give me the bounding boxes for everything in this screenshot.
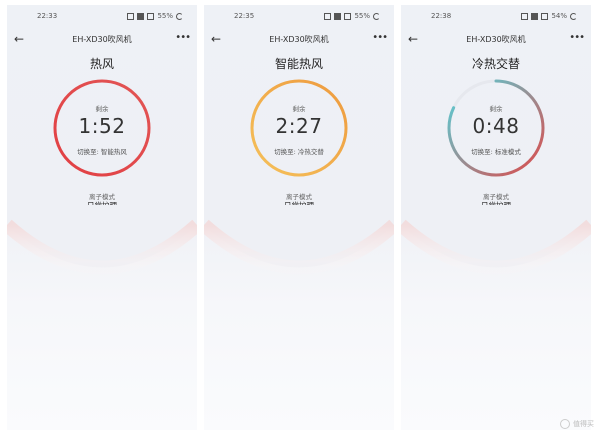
nfc-icon [127, 12, 135, 20]
signal-icon [344, 12, 352, 20]
switch-target: 智能热风 [100, 148, 127, 156]
status-time: 22:35 [234, 12, 255, 20]
decorative-arc [7, 205, 197, 275]
remain-label: 剩余 [95, 105, 109, 113]
switch-prefix: 切换至: [77, 148, 99, 156]
watermark-logo-icon [560, 419, 570, 429]
status-icons: 55% [324, 12, 380, 20]
timer-dial[interactable]: 剩余 1:52 切换至: 智能热风 [52, 78, 152, 178]
switch-to-label[interactable]: 切换至: 标准模式 [446, 146, 546, 156]
device-title: EH-XD30吹风机 [269, 35, 329, 44]
switch-prefix: 切换至: [471, 148, 493, 156]
wifi-icon [334, 12, 342, 20]
battery-percent: 55% [157, 12, 173, 20]
phone-screen-hot-air: 22:33 55% ← EH-XD30吹风机 ••• 热风 剩余 1:52 切换… [7, 5, 197, 430]
signal-icon [541, 12, 549, 20]
battery-percent: 54% [551, 12, 567, 20]
device-title: EH-XD30吹风机 [72, 35, 132, 44]
wifi-icon [531, 12, 539, 20]
switch-to-label[interactable]: 切换至: 智能热风 [52, 146, 152, 156]
status-bar: 22:38 54% [401, 12, 591, 24]
timer-value: 0:48 [472, 114, 520, 138]
switch-target: 标准模式 [494, 148, 521, 156]
status-bar: 22:35 55% [204, 12, 394, 24]
phone-screen-smart-hot-air: 22:35 55% ← EH-XD30吹风机 ••• 智能热风 剩余 2:27 … [204, 5, 394, 430]
switch-prefix: 切换至: [274, 148, 296, 156]
status-icons: 54% [521, 12, 577, 20]
signal-icon [147, 12, 155, 20]
comparison-canvas: 22:33 55% ← EH-XD30吹风机 ••• 热风 剩余 1:52 切换… [0, 0, 600, 435]
decorative-arc [204, 205, 394, 275]
nfc-icon [521, 12, 529, 20]
loading-icon [570, 12, 577, 20]
switch-target: 冷热交替 [297, 148, 324, 156]
mode-title: 智能热风 [274, 57, 323, 71]
status-time: 22:33 [37, 12, 58, 20]
wifi-icon [137, 12, 145, 20]
nav-bar: ← EH-XD30吹风机 ••• [204, 31, 394, 47]
nav-bar: ← EH-XD30吹风机 ••• [401, 31, 591, 47]
nav-bar: ← EH-XD30吹风机 ••• [7, 31, 197, 47]
loading-icon [176, 12, 183, 20]
watermark: 值得买 [560, 419, 594, 429]
switch-to-label[interactable]: 切换至: 冷热交替 [249, 146, 349, 156]
timer-dial[interactable]: 剩余 2:27 切换至: 冷热交替 [249, 78, 349, 178]
loading-icon [373, 12, 380, 20]
decorative-arc [401, 205, 591, 275]
more-icon[interactable]: ••• [372, 31, 388, 45]
remain-label: 剩余 [489, 105, 503, 113]
timer-value: 1:52 [78, 114, 126, 138]
more-icon[interactable]: ••• [569, 31, 585, 45]
watermark-text: 值得买 [573, 420, 594, 428]
nfc-icon [324, 12, 332, 20]
remain-label: 剩余 [292, 105, 306, 113]
battery-percent: 55% [354, 12, 370, 20]
status-bar: 22:33 55% [7, 12, 197, 24]
device-title: EH-XD30吹风机 [466, 35, 526, 44]
more-icon[interactable]: ••• [175, 31, 191, 45]
timer-value: 2:27 [275, 114, 323, 138]
mode-title: 冷热交替 [471, 57, 520, 71]
timer-dial[interactable]: 剩余 0:48 切换至: 标准模式 [446, 78, 546, 178]
mode-title: 热风 [89, 57, 114, 71]
status-icons: 55% [127, 12, 183, 20]
phone-screen-alternating: 22:38 54% ← EH-XD30吹风机 ••• 冷热交替 剩余 0:48 … [401, 5, 591, 430]
status-time: 22:38 [431, 12, 452, 20]
